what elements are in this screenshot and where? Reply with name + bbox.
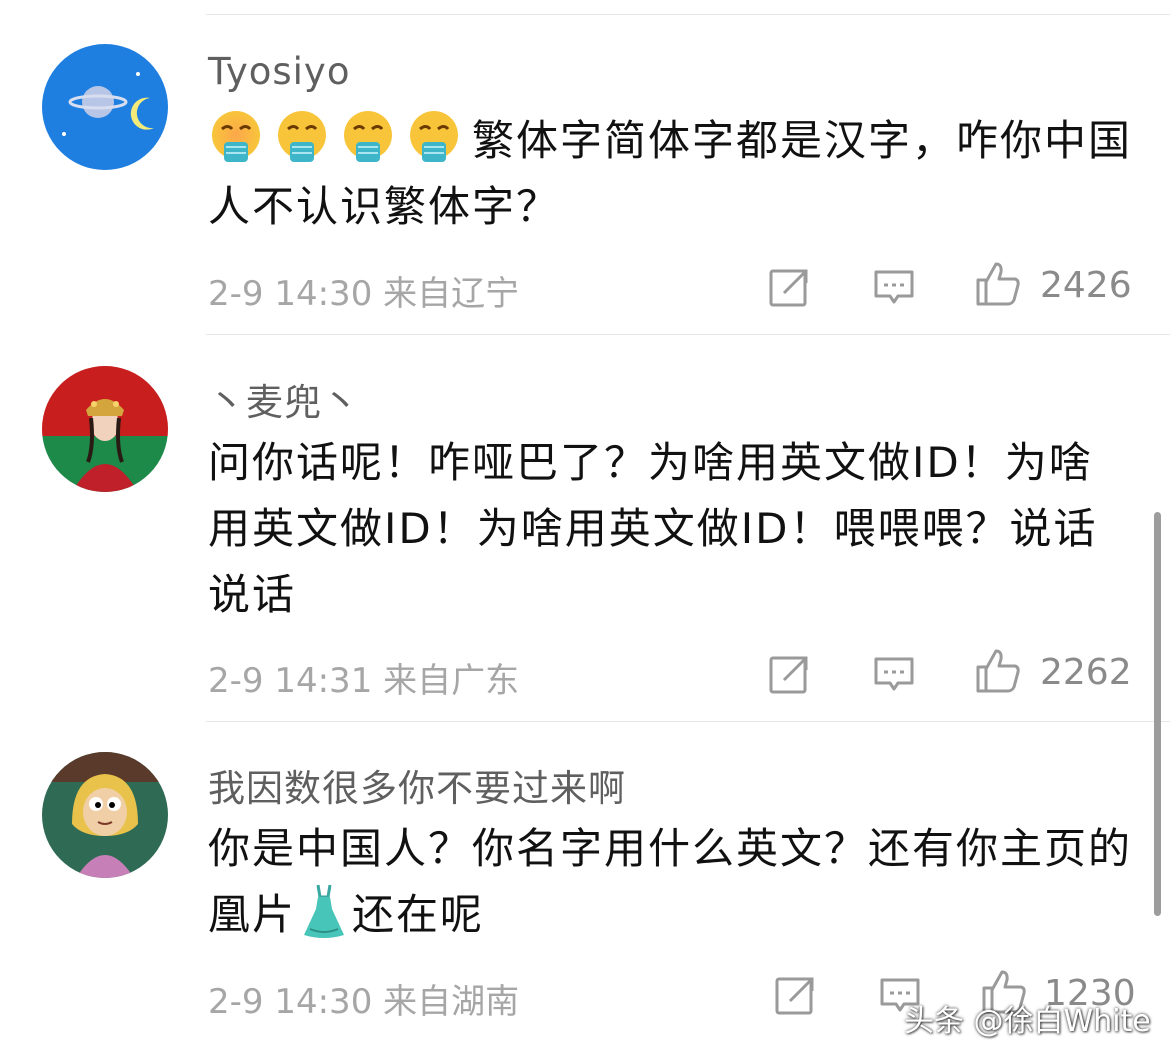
- thumbs-up-icon[interactable]: [974, 260, 1022, 308]
- comment-text: 你是中国人？你名字用什么英文？还有你主页的凰片 还在呢: [208, 816, 1133, 948]
- like-count: 2426: [1040, 265, 1132, 306]
- comment-text: 问你话呢！咋哑巴了？为啥用英文做ID！为啥用英文做ID！为啥用英文做ID！喂喂喂…: [208, 438, 1098, 619]
- share-icon[interactable]: [768, 265, 812, 309]
- share-icon[interactable]: [774, 973, 818, 1017]
- username[interactable]: 我因数很多你不要过来啊: [208, 758, 626, 812]
- divider: [206, 721, 1170, 722]
- username[interactable]: 丶麦兜丶: [208, 372, 360, 426]
- bride-portrait-avatar-icon: [42, 366, 168, 492]
- location: 来自辽宁: [383, 274, 520, 314]
- avatar[interactable]: [42, 752, 168, 878]
- timestamp: 2-9 14:31: [208, 661, 373, 701]
- username[interactable]: Tyosiyo: [208, 50, 350, 93]
- share-icon[interactable]: [768, 652, 812, 696]
- vomiting-face-emoji-icon: [274, 109, 330, 165]
- avatar[interactable]: [42, 366, 168, 492]
- divider: [206, 334, 1170, 335]
- top-divider: [206, 14, 1170, 15]
- avatar[interactable]: [42, 44, 168, 170]
- scrollbar[interactable]: [1154, 512, 1161, 916]
- vomiting-face-emoji-icon: [406, 109, 462, 165]
- like-count: 2262: [1040, 652, 1132, 693]
- location: 来自广东: [383, 661, 520, 701]
- watermark: 头条 @徐白White: [904, 1004, 1151, 1039]
- comment-meta: 2-9 14:30 来自湖南: [208, 974, 519, 1023]
- vomiting-face-emoji-icon: [340, 109, 396, 165]
- comment-meta: 2-9 14:31 来自广东: [208, 653, 519, 702]
- thumbs-up-icon[interactable]: [974, 647, 1022, 695]
- timestamp: 2-9 14:30: [208, 982, 373, 1022]
- timestamp: 2-9 14:30: [208, 274, 373, 314]
- cartoon-character-avatar-icon: [42, 752, 168, 878]
- comment-meta: 2-9 14:30 来自辽宁: [208, 266, 519, 315]
- location: 来自湖南: [383, 982, 520, 1022]
- dress-emoji-icon: [300, 883, 348, 939]
- comment-icon[interactable]: [872, 653, 916, 697]
- comment-icon[interactable]: [872, 266, 916, 310]
- comment-body-continued: 还在呢: [352, 890, 485, 939]
- vomiting-face-emoji-icon: [208, 109, 264, 165]
- planet-moon-avatar-icon: [42, 44, 168, 170]
- comment-text: 繁体字简体字都是汉字，咋你中国人不认识繁体字？: [208, 108, 1133, 240]
